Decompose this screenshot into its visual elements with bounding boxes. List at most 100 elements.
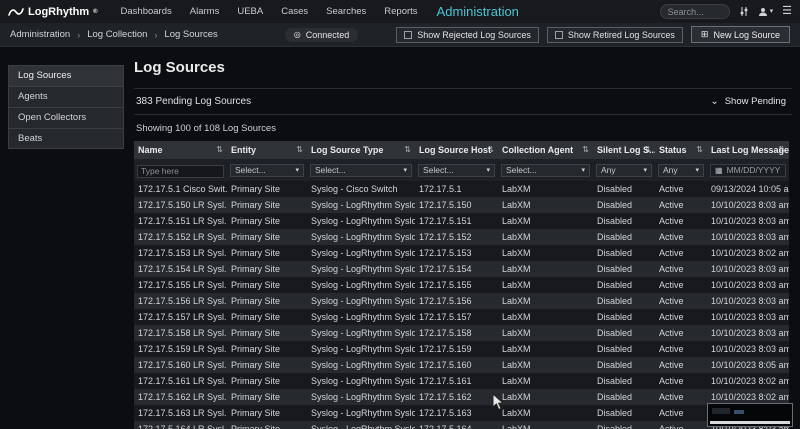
select-value: Select... <box>506 165 537 175</box>
table-row[interactable]: 172.17.5.159 LR Sysl...Primary SiteSyslo… <box>134 341 789 357</box>
type-filter-select[interactable]: Select...▾ <box>310 164 412 177</box>
breadcrumb-item-administration[interactable]: Administration <box>10 29 70 40</box>
table-row[interactable]: 172.17.5.164 LR Sysl...Primary SiteSyslo… <box>134 421 789 429</box>
table-row[interactable]: 172.17.5.162 LR Sysl...Primary SiteSyslo… <box>134 389 789 405</box>
table-row[interactable]: 172.17.5.160 LR Sysl...Primary SiteSyslo… <box>134 357 789 373</box>
cell-last-log-message: 10/10/2023 8:02 am <box>707 373 789 389</box>
sidebar-item-agents[interactable]: Agents <box>8 86 124 107</box>
cell-name: 172.17.5.155 LR Sysl... <box>134 277 227 293</box>
sort-icon[interactable]: ⇅ <box>296 145 303 154</box>
nav-item-dashboards[interactable]: Dashboards <box>112 6 181 17</box>
menu-icon[interactable]: ☰ <box>782 6 792 17</box>
nav-item-reports[interactable]: Reports <box>375 6 426 17</box>
cell-last-log-message: 10/10/2023 8:03 am <box>707 325 789 341</box>
nav-item-ueba[interactable]: UEBA <box>228 6 272 17</box>
entity-filter-select[interactable]: Select...▾ <box>230 164 304 177</box>
content-area: Log SourcesAgentsOpen CollectorsBeats Lo… <box>0 47 800 429</box>
cell-log-source-host: 172.17.5.150 <box>415 197 498 213</box>
select-value: Select... <box>423 165 454 175</box>
cell-name: 172.17.5.1 Cisco Swit... <box>134 181 227 197</box>
column-header-entity[interactable]: ⇅Entity <box>227 141 307 159</box>
search-input[interactable] <box>660 4 730 19</box>
checkbox-show-rejected-log-sources[interactable]: Show Rejected Log Sources <box>396 27 539 43</box>
cell-log-source-type: Syslog - LogRhythm Syslog Ge... <box>307 245 415 261</box>
table-row[interactable]: 172.17.5.161 LR Sysl...Primary SiteSyslo… <box>134 373 789 389</box>
cell-silent-log: Disabled <box>593 213 655 229</box>
brand-logo[interactable]: LogRhythm® <box>8 6 98 18</box>
table-row[interactable]: 172.17.5.155 LR Sysl...Primary SiteSyslo… <box>134 277 789 293</box>
table-row[interactable]: 172.17.5.150 LR Sysl...Primary SiteSyslo… <box>134 197 789 213</box>
status-filter-select[interactable]: Any▾ <box>658 164 704 177</box>
pending-log-sources-bar: 383 Pending Log Sources ⌄ Show Pending <box>134 88 792 115</box>
column-header-label: Silent Log S... <box>597 145 655 155</box>
cell-entity: Primary Site <box>227 309 307 325</box>
caret-down-icon: ▾ <box>581 166 585 174</box>
sort-icon[interactable]: ⇅ <box>216 145 223 154</box>
column-header-collection-agent[interactable]: ⇅Collection Agent <box>498 141 593 159</box>
cell-entity: Primary Site <box>227 389 307 405</box>
new-log-source-button[interactable]: ⊞ New Log Source <box>691 26 790 43</box>
cell-name: 172.17.5.161 LR Sysl... <box>134 373 227 389</box>
cell-log-source-host: 172.17.5.161 <box>415 373 498 389</box>
screen-preview-window[interactable] <box>707 403 793 427</box>
cell-status: Active <box>655 421 707 429</box>
user-icon[interactable]: ▾ <box>758 7 774 17</box>
nav-item-cases[interactable]: Cases <box>272 6 317 17</box>
sidebar-item-log-sources[interactable]: Log Sources <box>8 65 124 86</box>
column-header-silent-log-s[interactable]: ⇅Silent Log S... <box>593 141 655 159</box>
table-row[interactable]: 172.17.5.163 LR Sysl...Primary SiteSyslo… <box>134 405 789 421</box>
sliders-icon[interactable] <box>739 6 749 17</box>
chevron-down-icon: ⌄ <box>710 99 718 104</box>
show-pending-toggle[interactable]: ⌄ Show Pending <box>710 96 790 107</box>
table-row[interactable]: 172.17.5.1 Cisco Swit...Primary SiteSysl… <box>134 181 789 197</box>
table-row[interactable]: 172.17.5.157 LR Sysl...Primary SiteSyslo… <box>134 309 789 325</box>
checkbox-show-retired-log-sources[interactable]: Show Retired Log Sources <box>547 27 683 43</box>
column-header-log-source-type[interactable]: ⇅ Log Source Type <box>307 141 415 159</box>
nav-item-searches[interactable]: Searches <box>317 6 375 17</box>
sort-icon[interactable]: ⇅ <box>582 145 589 154</box>
cell-status: Active <box>655 213 707 229</box>
column-header-label: Log Source Type <box>311 145 383 155</box>
sidebar: Log SourcesAgentsOpen CollectorsBeats <box>8 65 124 429</box>
table-row[interactable]: 172.17.5.154 LR Sysl...Primary SiteSyslo… <box>134 261 789 277</box>
table-row[interactable]: 172.17.5.152 LR Sysl...Primary SiteSyslo… <box>134 229 789 245</box>
table-row[interactable]: 172.17.5.151 LR Sysl...Primary SiteSyslo… <box>134 213 789 229</box>
sort-icon[interactable]: ⇅ <box>696 145 703 154</box>
agent-filter-select[interactable]: Select... ▾ <box>501 164 590 177</box>
cell-silent-log: Disabled <box>593 405 655 421</box>
cell-name: 172.17.5.157 LR Sysl... <box>134 309 227 325</box>
sidebar-item-open-collectors[interactable]: Open Collectors <box>8 107 124 128</box>
sidebar-item-beats[interactable]: Beats <box>8 128 124 149</box>
column-header-status[interactable]: ⇅Status <box>655 141 707 159</box>
table-row[interactable]: 172.17.5.153 LR Sysl...Primary SiteSyslo… <box>134 245 789 261</box>
cell-status: Active <box>655 197 707 213</box>
cell-silent-log: Disabled <box>593 325 655 341</box>
breadcrumb-item-log-collection[interactable]: Log Collection <box>87 29 147 40</box>
cell-name: 172.17.5.163 LR Sysl... <box>134 405 227 421</box>
sort-icon[interactable]: ⇅ <box>404 145 411 154</box>
brand-registered-mark: ® <box>93 9 97 15</box>
cell-entity: Primary Site <box>227 261 307 277</box>
table-row[interactable]: 172.17.5.158 LR Sysl...Primary SiteSyslo… <box>134 325 789 341</box>
name-filter-input[interactable] <box>137 165 224 178</box>
column-header-log-source-host[interactable]: ⇅Log Source Host <box>415 141 498 159</box>
cell-log-source-type: Syslog - LogRhythm Syslog Ge... <box>307 405 415 421</box>
column-header-last-log-message[interactable]: ⇅Last Log Message <box>707 141 789 159</box>
sub-header-bar: Administration›Log Collection›Log Source… <box>0 23 800 47</box>
cell-entity: Primary Site <box>227 325 307 341</box>
table-row[interactable]: 172.17.5.156 LR Sysl...Primary SiteSyslo… <box>134 293 789 309</box>
cell-name: 172.17.5.152 LR Sysl... <box>134 229 227 245</box>
cell-last-log-message: 09/13/2024 10:05 am <box>707 181 789 197</box>
new-log-source-label: New Log Source <box>713 30 780 40</box>
cell-entity: Primary Site <box>227 293 307 309</box>
column-header-name[interactable]: ⇅Name <box>134 141 227 159</box>
nav-item-alarms[interactable]: Alarms <box>181 6 229 17</box>
checkbox-icon <box>555 31 563 39</box>
silent-filter-select[interactable]: Any▾ <box>596 164 652 177</box>
host-filter-select[interactable]: Select...▾ <box>418 164 495 177</box>
cell-name: 172.17.5.153 LR Sysl... <box>134 245 227 261</box>
breadcrumb-item-log-sources[interactable]: Log Sources <box>164 29 217 40</box>
connection-status-badge: ◎ Connected <box>285 28 359 42</box>
date-filter-input[interactable]: ▦MM/DD/YYYY <box>710 164 786 177</box>
active-section-title[interactable]: Administration <box>437 4 519 19</box>
